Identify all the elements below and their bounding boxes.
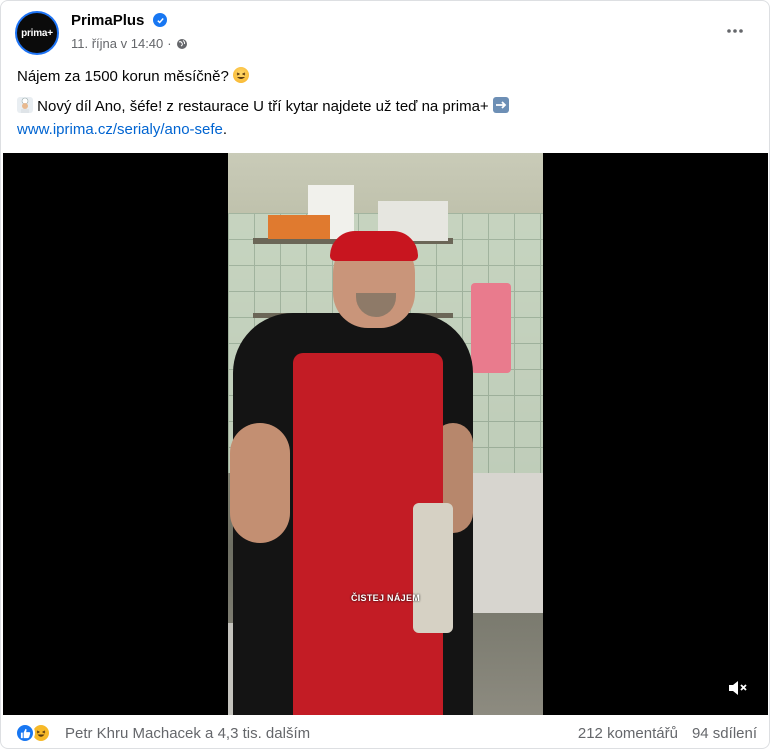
laughing-emoji-icon (232, 67, 249, 83)
verified-badge-icon (153, 13, 167, 27)
globe-icon (176, 38, 187, 49)
red-bandana-image (330, 231, 418, 261)
post-text-1: Nájem za 1500 korun měsíčně? (17, 68, 233, 85)
shares-count-link[interactable]: 94 sdílení (692, 725, 757, 742)
avatar-text: prima+ (21, 27, 53, 39)
post-text-2: Nový díl Ano, šéfe! z restaurace U tří k… (33, 98, 493, 115)
post-card: prima+ PrimaPlus 11. října v 14:40 · Náj… (0, 0, 770, 749)
box-image-orange (268, 215, 330, 239)
post-text-line-2: Nový díl Ano, šéfe! z restaurace U tří k… (17, 97, 757, 117)
comments-count-link[interactable]: 212 komentářů (578, 725, 678, 742)
reaction-icons[interactable] (15, 723, 51, 743)
post-meta: 11. října v 14:40 · (71, 36, 188, 51)
post-text-line-3: www.iprima.cz/serialy/ano-sefe. (17, 120, 757, 140)
timestamp-link[interactable]: 11. října v 14:40 (71, 36, 163, 51)
more-options-icon[interactable] (723, 19, 747, 43)
video-player[interactable]: ČISTEJ NÁJEM (3, 153, 768, 715)
video-frame[interactable]: ČISTEJ NÁJEM (228, 153, 543, 715)
series-link[interactable]: www.iprima.cz/serialy/ano-sefe (17, 121, 223, 138)
speaker-muted-icon (729, 681, 747, 695)
like-reaction-icon (15, 723, 35, 743)
mute-toggle-button[interactable] (724, 675, 750, 701)
post-text-line-1: Nájem za 1500 korun měsíčně? (17, 67, 757, 87)
towel-image (471, 283, 511, 373)
page-name-link[interactable]: PrimaPlus (71, 12, 144, 29)
reactors-text[interactable]: Petr Khru Machacek a 4,3 tis. dalším (65, 725, 310, 742)
link-suffix: . (222, 121, 228, 138)
meta-separator: · (167, 36, 172, 51)
post-header: prima+ PrimaPlus 11. října v 14:40 · (15, 11, 755, 55)
post-footer: Petr Khru Machacek a 4,3 tis. dalším 212… (1, 715, 769, 748)
chef-emoji-icon (17, 97, 33, 113)
right-arrow-emoji-icon (492, 97, 509, 113)
video-caption: ČISTEJ NÁJEM (350, 593, 421, 603)
kitchen-cloth-image (413, 503, 453, 633)
person-arm-image (230, 423, 290, 543)
engagement-counts: 212 komentářů 94 sdílení (578, 725, 757, 742)
avatar[interactable]: prima+ (15, 11, 59, 55)
